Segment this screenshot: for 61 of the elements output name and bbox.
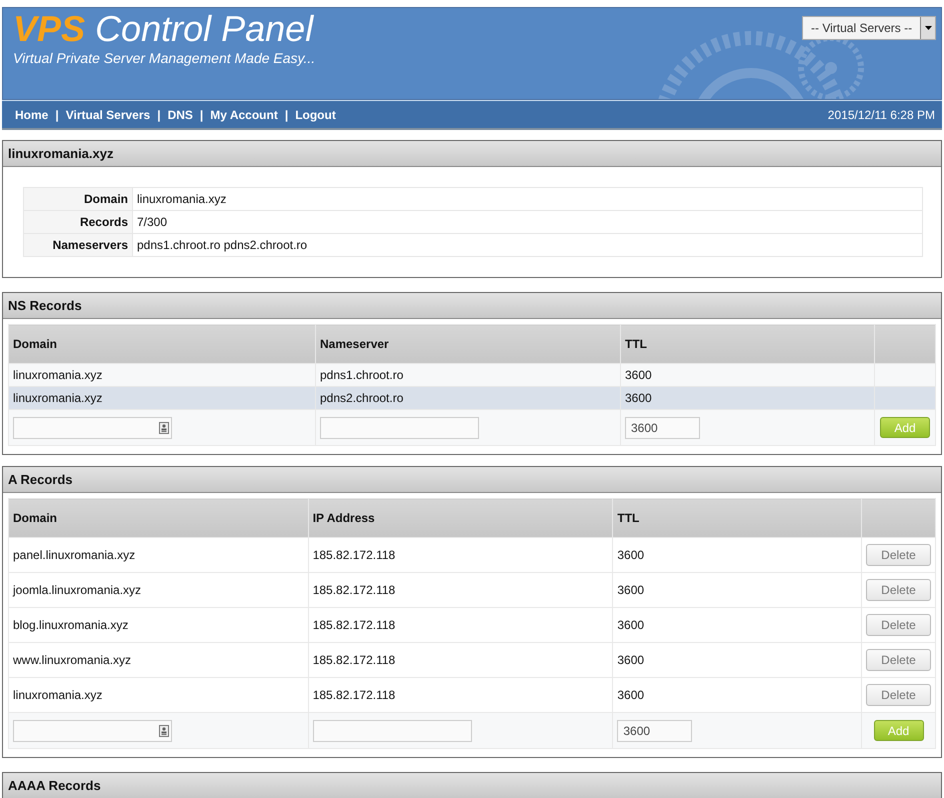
table-cell: joomla.linuxromania.xyz (8, 572, 308, 608)
column-header: Domain (8, 498, 308, 538)
table-cell: 3600 (612, 642, 862, 678)
field-value: pdns1.chroot.ro pdns2.chroot.ro (132, 234, 922, 256)
column-header: IP Address (308, 498, 613, 538)
logo: VPS Control Panel (13, 10, 315, 48)
delete-button[interactable]: Delete (866, 544, 931, 566)
input-field[interactable] (312, 720, 472, 742)
table-cell: blog.linuxromania.xyz (8, 608, 308, 642)
ttl-field[interactable]: 3600 (617, 720, 692, 742)
nav-link[interactable]: Logout (295, 108, 336, 122)
server-dropdown[interactable]: -- Virtual Servers -- (802, 16, 936, 40)
datetime: 2015/12/11 6:28 PM (828, 108, 935, 122)
table-cell: www.linuxromania.xyz (8, 642, 308, 678)
nav-link[interactable]: Home (15, 108, 48, 122)
separator: | (284, 108, 288, 122)
table-cell: 3600 (612, 572, 862, 608)
delete-button[interactable]: Delete (866, 649, 931, 671)
contact-card-icon (159, 724, 169, 736)
contact-card-icon (159, 422, 169, 434)
separator: | (157, 108, 161, 122)
field-label: Nameservers (24, 234, 132, 256)
field-label: Records (24, 210, 132, 234)
column-header: Domain (8, 324, 316, 364)
table-row[interactable]: linuxromania.xyz pdns2.chroot.ro 3600 (8, 386, 936, 410)
panel-title: NS Records (3, 293, 941, 319)
panel-title: linuxromania.xyz (3, 141, 941, 167)
nav-link[interactable]: My Account (210, 108, 278, 122)
table-cell: 185.82.172.118 (308, 642, 613, 678)
field-value: 7/300 (132, 210, 922, 234)
ttl-field[interactable]: 3600 (625, 416, 700, 438)
caret-icon (924, 26, 932, 30)
table-cell: 3600 (612, 608, 862, 642)
table-cell: 3600 (612, 678, 862, 712)
table-cell: 185.82.172.118 (308, 678, 613, 712)
column-header (874, 324, 936, 364)
table-row[interactable]: linuxromania.xyz pdns1.chroot.ro 3600 (8, 364, 936, 386)
panel-title: A Records (3, 467, 941, 493)
table-cell: 185.82.172.118 (308, 572, 613, 608)
field-value: linuxromania.xyz (132, 188, 922, 210)
nav-link[interactable]: Virtual Servers (66, 108, 150, 122)
field-label: Domain (24, 188, 132, 210)
input-field[interactable] (13, 720, 172, 742)
delete-button[interactable]: Delete (866, 614, 931, 636)
separator: | (55, 108, 59, 122)
column-header: TTL (612, 498, 862, 538)
table-cell: panel.linuxromania.xyz (8, 538, 308, 572)
delete-button[interactable]: Delete (866, 579, 931, 601)
tagline: Virtual Private Server Management Made Easy... (13, 50, 316, 66)
table-cell: 185.82.172.118 (308, 538, 613, 572)
panel-title: AAAA Records (3, 773, 941, 798)
input-field[interactable] (13, 416, 172, 438)
delete-button[interactable]: Delete (866, 684, 931, 706)
table-cell: linuxromania.xyz (8, 678, 308, 712)
column-header: Nameserver (316, 324, 620, 364)
table-cell: 3600 (612, 538, 862, 572)
table-cell: 185.82.172.118 (308, 608, 613, 642)
nav-link[interactable]: DNS (168, 108, 193, 122)
separator: | (200, 108, 204, 122)
column-header: TTL (620, 324, 874, 364)
input-field[interactable] (320, 416, 479, 438)
